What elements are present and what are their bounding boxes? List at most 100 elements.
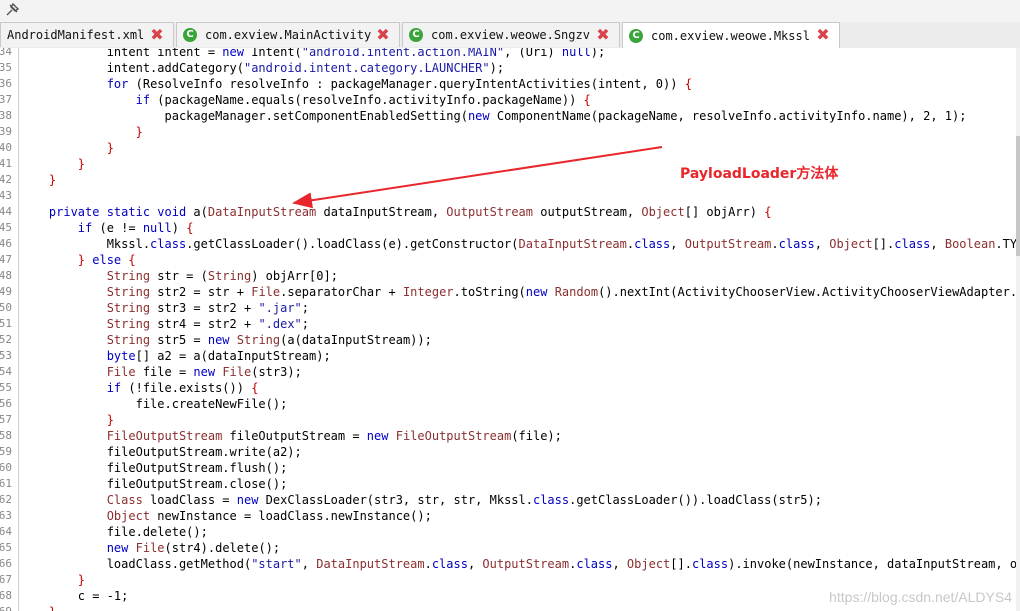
close-icon[interactable]: ✖ — [375, 27, 391, 43]
code-token: ); — [489, 61, 505, 75]
code-text: private static void a(DataInputStream da… — [20, 204, 772, 220]
code-token: , — [301, 557, 317, 571]
tab-label: com.exview.MainActivity — [205, 28, 372, 42]
code-token: Object — [829, 237, 873, 251]
code-token: if — [77, 221, 93, 235]
line-number: 41 — [0, 157, 12, 170]
code-token: } — [20, 157, 86, 171]
code-text: FileOutputStream fileOutputStream = new … — [20, 428, 562, 444]
close-icon[interactable]: ✖ — [815, 27, 831, 43]
code-editor[interactable]: 34 intent intent = new Intent("android.i… — [0, 48, 1020, 611]
code-text: String str4 = str2 + ".dex"; — [20, 316, 309, 332]
line-number: 38 — [0, 109, 12, 122]
code-token: File — [135, 541, 165, 555]
code-text: } — [20, 140, 114, 156]
code-text: } — [20, 572, 85, 588]
code-token: String — [106, 301, 151, 315]
line-number: 40 — [0, 141, 12, 154]
code-text: for (ResolveInfo resolveInfo : packageMa… — [20, 76, 692, 92]
class-icon: C — [183, 28, 197, 42]
code-token: . — [771, 237, 779, 251]
code-text: String str5 = new String(a(dataInputStre… — [20, 332, 432, 348]
scroll-thumb[interactable] — [1016, 136, 1020, 256]
code-token: .separatorChar + — [280, 285, 403, 299]
code-token: { — [764, 205, 772, 219]
code-token: fileOutputStream.write(a2); — [20, 445, 302, 459]
code-token: loadClass = — [142, 493, 237, 507]
vertical-scrollbar[interactable] — [1016, 48, 1020, 611]
line-number: 64 — [0, 525, 12, 538]
tab-androidmanifest[interactable]: AndroidManifest.xml ✖ — [0, 22, 174, 47]
code-token: { — [251, 381, 259, 395]
close-icon[interactable]: ✖ — [595, 27, 611, 43]
code-token: str3 = str2 + — [150, 301, 259, 315]
code-text: } — [20, 604, 56, 611]
code-token: OutputStream — [482, 557, 570, 571]
pin-icon[interactable] — [4, 2, 20, 18]
line-number: 69 — [0, 604, 12, 611]
code-token: new — [366, 429, 389, 443]
code-token: loadClass.getMethod( — [20, 557, 252, 571]
code-token: c = -1; — [20, 589, 129, 603]
code-token: (a(dataInputStream)); — [280, 333, 432, 347]
code-token: class — [894, 237, 931, 251]
code-text: fileOutputStream.flush(); — [20, 460, 288, 476]
code-token: null — [561, 48, 591, 59]
code-token: (str4).delete(); — [164, 541, 281, 555]
code-token: } — [20, 141, 114, 155]
code-token: Class — [106, 493, 143, 507]
line-number: 65 — [0, 541, 12, 554]
code-token: intent intent = — [20, 48, 223, 59]
code-token: FileOutputStream — [106, 429, 223, 443]
tab-mainactivity[interactable]: C com.exview.MainActivity ✖ — [176, 22, 400, 47]
line-number: 61 — [0, 477, 12, 490]
code-token: class — [576, 557, 613, 571]
code-token: Object — [641, 205, 685, 219]
code-token: fileOutputStream.close(); — [20, 477, 288, 491]
tab-bar: AndroidManifest.xml ✖ C com.exview.MainA… — [0, 22, 1020, 49]
code-token: byte — [106, 349, 136, 363]
tab-mkssl[interactable]: C com.exview.weowe.Mkssl ✖ — [622, 22, 840, 48]
line-number: 46 — [0, 237, 12, 250]
code-token: ).invoke(newInstance, dataInputStream, o… — [728, 557, 1020, 571]
code-token: ); — [590, 48, 606, 59]
code-token: class — [691, 557, 729, 571]
line-number: 34 — [0, 48, 12, 58]
code-token: new — [525, 285, 548, 299]
code-token: File — [222, 365, 252, 379]
close-icon[interactable]: ✖ — [149, 27, 165, 43]
code-text: String str3 = str2 + ".jar"; — [20, 300, 309, 316]
tab-sngzv[interactable]: C com.exview.weowe.Sngzv ✖ — [402, 22, 620, 47]
code-token: []. — [872, 237, 895, 251]
code-text: if (packageName.equals(resolveInfo.activ… — [20, 92, 591, 108]
code-token: file.createNewFile(); — [20, 397, 288, 411]
line-number: 60 — [0, 461, 12, 474]
line-number: 68 — [0, 589, 12, 602]
code-token: } — [20, 573, 86, 587]
line-number: 62 — [0, 493, 12, 506]
code-token: } — [20, 605, 56, 611]
code-token: (str3); — [251, 365, 302, 379]
code-token: str2 = str + — [150, 285, 252, 299]
code-text: if (!file.exists()) { — [20, 380, 259, 396]
code-token: "android.intent.category.LAUNCHER" — [243, 61, 490, 75]
code-text: c = -1; — [20, 588, 129, 604]
line-number: 44 — [0, 205, 12, 218]
title-strip — [0, 0, 1020, 22]
code-text: String str2 = str + File.separatorChar +… — [20, 284, 1020, 300]
line-number: 59 — [0, 445, 12, 458]
code-token: ".jar" — [258, 301, 302, 315]
code-token: []. — [670, 557, 692, 571]
code-token: (packageName.equals(resolveInfo.activity… — [150, 93, 584, 107]
code-token: . — [424, 557, 432, 571]
